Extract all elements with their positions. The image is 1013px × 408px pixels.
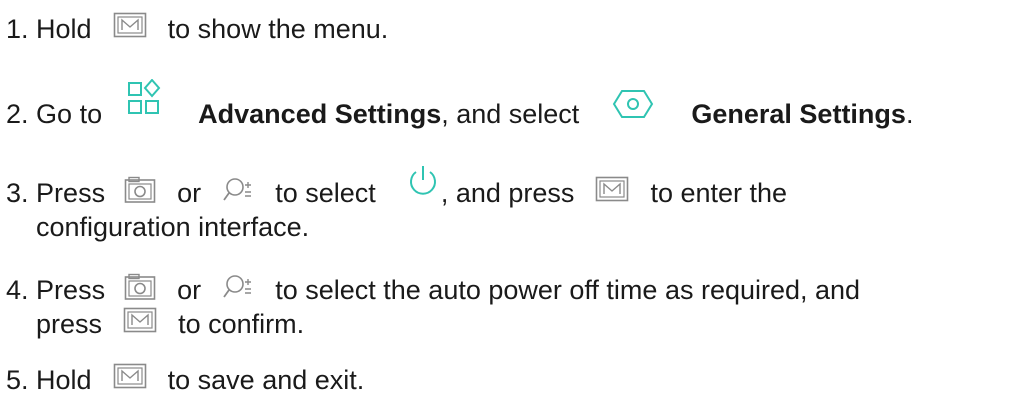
step-5: 5. Hold to save and exit.	[6, 363, 364, 397]
camera-key-icon	[124, 176, 156, 204]
menu-m-key-icon	[123, 307, 157, 333]
advanced-settings-label: Advanced Settings	[198, 99, 442, 130]
step-2: 2. Go to Advanced Settings, and select G…	[6, 79, 914, 135]
step-text: Hold	[36, 14, 92, 44]
step-4: 4. Press or to select the auto power off…	[6, 273, 860, 307]
menu-m-key-icon	[113, 12, 147, 38]
step-text: to select	[275, 178, 376, 208]
step-text: to enter the	[650, 178, 788, 208]
step-4-continued: press to confirm.	[36, 307, 304, 341]
step-text: to save and exit.	[167, 365, 365, 395]
step-number: 2.	[6, 99, 29, 130]
step-text: press	[36, 309, 103, 339]
step-number: 1.	[6, 14, 29, 44]
general-settings-hexagon-icon	[612, 89, 654, 119]
step-text: Press	[36, 275, 106, 305]
step-3: 3. Press or to select , and press to ent…	[6, 165, 788, 212]
zoom-key-icon	[222, 273, 254, 301]
step-text: Press	[36, 178, 106, 208]
step-number: 4.	[6, 275, 29, 305]
step-text: Hold	[36, 365, 92, 395]
step-text: or	[177, 178, 202, 208]
step-text: configuration interface.	[36, 212, 310, 242]
menu-m-key-icon	[113, 363, 147, 389]
power-icon	[405, 164, 441, 198]
camera-key-icon	[124, 273, 156, 301]
advanced-settings-icon	[127, 79, 161, 117]
step-number: 5.	[6, 365, 29, 395]
step-text: Go to	[36, 99, 103, 130]
step-number: 3.	[6, 178, 29, 208]
zoom-key-icon	[222, 176, 254, 204]
step-3-continued: configuration interface.	[36, 210, 309, 244]
step-1: 1. Hold to show the menu.	[6, 12, 388, 46]
step-text: , and select	[441, 99, 580, 130]
step-text: to confirm.	[178, 309, 305, 339]
step-text: to show the menu.	[167, 14, 389, 44]
general-settings-label: General Settings	[691, 99, 906, 130]
step-text: or	[177, 275, 202, 305]
step-text: , and press	[440, 178, 575, 208]
step-text: .	[905, 99, 914, 130]
menu-m-key-icon	[595, 176, 629, 202]
step-text: to select the auto power off time as req…	[275, 275, 861, 305]
